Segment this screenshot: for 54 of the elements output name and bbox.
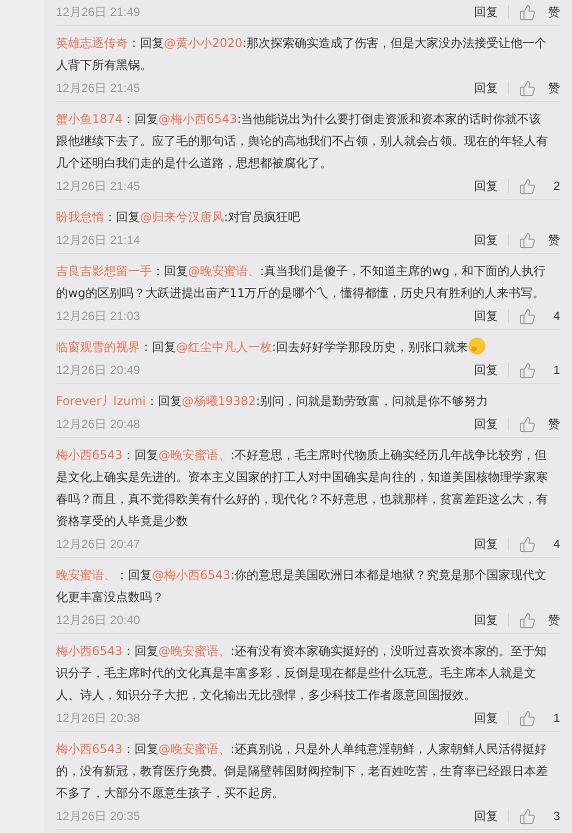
like-count[interactable]: 4: [544, 537, 560, 551]
comment-text: 盼我怠惰：回复@归来兮汉唐风:对官员疯狂吧: [56, 209, 302, 226]
comment-time: 12月26日 20:35: [56, 808, 142, 824]
thumbs-up-icon[interactable]: [519, 4, 536, 20]
like-count[interactable]: 1: [544, 363, 560, 377]
reply-link[interactable]: 回复: [474, 416, 498, 432]
thumbs-up-icon[interactable]: [519, 80, 536, 96]
reply-link[interactable]: 回复: [474, 232, 498, 248]
thumbs-up-icon[interactable]: [519, 612, 536, 628]
comment-text: Forever丿Izumi：回复@杨曦19382:别问，问就是勤劳致富，问就是你不够努力: [56, 393, 489, 410]
like-count[interactable]: 赞: [544, 4, 560, 20]
thumbs-up-icon[interactable]: [519, 308, 536, 324]
like-count[interactable]: 4: [544, 309, 560, 323]
like-count[interactable]: 赞: [544, 232, 560, 248]
comment-text: 梅小西6543：回复@晚安蜜语、:还有没有资本家确实挺好的，没听过喜欢资本家的。至于知识分子，毛主席时代的文化真是丰富多彩，反倒是现在都是些什么玩意。毛主席本人就是文人、诗人，知识分子大把，文化输出无比强悍，多少科技工作者愿意回国报效。: [56, 643, 548, 704]
comment-time: 12月26日 21:45: [56, 80, 142, 96]
comment-text: 梅小西6543：回复@晚安蜜语、:还真别说，只是外人单纯意淫朝鲜，人家朝鲜人民活得挺好的，没有新冠，教育医疗免费。倒是隔壁韩国财阀控制下，老百姓吃苦，生育率已经跟日本差不多了，大部分不愿意生孩子，买不起房。: [56, 741, 549, 802]
like-count[interactable]: 1: [544, 711, 560, 725]
like-count[interactable]: 3: [544, 809, 560, 823]
reply-link[interactable]: 回复: [474, 308, 498, 324]
thumbs-up-icon[interactable]: [519, 808, 536, 824]
comment-text: 英雄志逐传奇：回复@黄小小2020:那次探索确实造成了伤害，但是大家没办法接受让他一个人背下所有黑锅。: [56, 35, 548, 74]
thumbs-up-icon[interactable]: [519, 710, 536, 726]
comment-time: 12月26日 21:03: [56, 308, 142, 324]
comment-time: 12月26日 20:47: [56, 536, 142, 552]
comment-text: 蟹小鱼1874：回复@梅小西6543:当他能说出为什么要打倒走资派和资本家的话时你就不该跟他继续下去了。应了毛的那句话，舆论的高地我们不占领，别人就会占领。现在的年轻人有几个还明白我们走的是什么道路，思想都被腐化了。: [56, 111, 549, 172]
comment-time: 12月26日 20:40: [56, 612, 142, 628]
thumbs-up-icon[interactable]: [519, 536, 536, 552]
reply-link[interactable]: 回复: [474, 4, 498, 20]
comment-time: 12月26日 21:14: [56, 232, 142, 248]
comment-time: 12月26日 20:49: [56, 362, 142, 378]
reply-link[interactable]: 回复: [474, 80, 498, 96]
reply-link[interactable]: 回复: [474, 362, 498, 378]
comment-time: 12月26日 20:38: [56, 710, 142, 726]
comment-time: 12月26日 20:48: [56, 416, 142, 432]
like-count[interactable]: 赞: [544, 416, 560, 432]
comment-text: 晚安蜜语、：回复@梅小西6543:你的意思是美国欧洲日本都是地狱？究竟是那个国家现代文化更丰富没点数吗？: [56, 567, 548, 606]
reply-link[interactable]: 回复: [474, 710, 498, 726]
reply-link[interactable]: 回复: [474, 178, 498, 194]
comment-text: 梅小西6543：回复@晚安蜜语、:不好意思，毛主席时代物质上确实经历几年战争比较穷，但是文化上确实是先进的。资本主义国家的打工人对中国确实是向往的，知道美国核物理学家寒春吗？而且，真不觉得欧美有什么好的，现代化？不好意思，也就那样，贫富差距这么大，有资格享受的人毕竟是少数: [56, 447, 549, 530]
like-count[interactable]: 赞: [544, 80, 560, 96]
thumbs-up-icon[interactable]: [519, 178, 536, 194]
like-count[interactable]: 赞: [544, 612, 560, 628]
comment-text: 吉良吉影想留一手：回复@晚安蜜语、:真当我们是傻子，不知道主席的wg，和下面的人执行的wg的区别吗？大跃进提出亩产11万斤的是哪个乀，懂得都懂，历史只有胜利的人来书写。: [56, 263, 546, 302]
like-count[interactable]: 2: [544, 179, 560, 193]
reply-link[interactable]: 回复: [474, 808, 498, 824]
comment-time: 12月26日 21:49: [56, 4, 142, 20]
comment-text: 临窗观雪的视界：回复@红尘中凡人一枚:回去好好学学那段历史，别张口就来: [56, 336, 560, 358]
thumbs-up-icon[interactable]: [519, 416, 536, 432]
comment-time: 12月26日 21:45: [56, 178, 142, 194]
reply-link[interactable]: 回复: [474, 536, 498, 552]
thumbs-up-icon[interactable]: [519, 232, 536, 248]
thumbs-up-icon[interactable]: [519, 362, 536, 378]
reply-link[interactable]: 回复: [474, 612, 498, 628]
